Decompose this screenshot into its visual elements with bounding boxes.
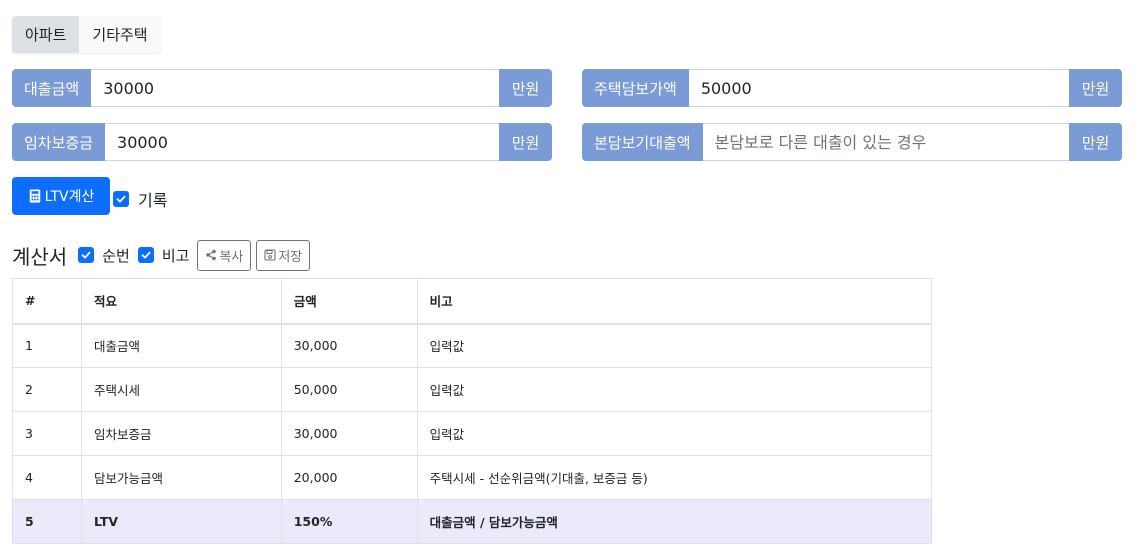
copy-label: 복사 <box>219 249 244 265</box>
cell-num: 1 <box>12 323 82 368</box>
cell-note: 대출금액 / 담보가능금액 <box>416 499 933 544</box>
cell-amount: 150% <box>280 499 418 544</box>
deposit-input[interactable] <box>105 123 499 161</box>
note-checkbox[interactable] <box>137 247 154 263</box>
floppy-icon <box>264 249 276 261</box>
table-row: 2 주택시세 50,000 입력값 <box>12 367 933 412</box>
cell-amount: 50,000 <box>280 367 418 412</box>
check-icon <box>116 195 126 203</box>
table-row: 1 대출금액 30,000 입력값 <box>12 323 933 368</box>
col-header-amount: 금액 <box>280 278 418 325</box>
seq-checkbox[interactable] <box>78 247 95 263</box>
record-label: 기록 <box>138 191 168 210</box>
prior-loan-input[interactable] <box>702 123 1069 161</box>
loan-amount-group: 대출금액 만원 <box>12 69 552 107</box>
calculator-icon <box>29 189 40 203</box>
house-value-label: 주택담보가액 <box>582 69 689 107</box>
note-label: 비고 <box>161 246 190 265</box>
ltv-calc-label: LTV계산 <box>44 189 95 205</box>
share-icon <box>206 249 217 261</box>
copy-button[interactable]: 복사 <box>197 239 252 271</box>
save-label: 저장 <box>278 249 303 265</box>
house-value-unit: 만원 <box>1069 69 1122 107</box>
seq-label: 순번 <box>102 246 130 265</box>
cell-amount: 30,000 <box>280 411 418 456</box>
cell-item: 임차보증금 <box>80 411 282 456</box>
prior-loan-group: 본담보기대출액 만원 <box>582 123 1122 161</box>
cell-item: LTV <box>80 499 282 544</box>
tab-other-housing[interactable]: 기타주택 <box>79 16 161 53</box>
cell-num: 3 <box>12 411 82 456</box>
note-option: 비고 <box>137 245 190 266</box>
table-row: 3 임차보증금 30,000 입력값 <box>12 411 933 456</box>
table-row: 4 담보가능금액 20,000 주택시세 - 선순위금액(기대출, 보증금 등) <box>12 455 933 500</box>
prior-loan-label: 본담보기대출액 <box>582 123 703 161</box>
table-row-ltv: 5 LTV 150% 대출금액 / 담보가능금액 <box>12 499 933 544</box>
cell-note: 입력값 <box>416 411 933 456</box>
house-value-input[interactable] <box>688 69 1069 107</box>
prior-loan-unit: 만원 <box>1069 123 1122 161</box>
record-checkbox[interactable] <box>113 191 129 207</box>
cell-item: 담보가능금액 <box>80 455 282 500</box>
cell-amount: 30,000 <box>280 323 418 368</box>
cell-amount: 20,000 <box>280 455 418 500</box>
cell-note: 입력값 <box>416 367 933 412</box>
deposit-label: 임차보증금 <box>12 123 106 161</box>
loan-amount-label: 대출금액 <box>12 69 92 107</box>
save-button[interactable]: 저장 <box>256 239 311 271</box>
deposit-unit: 만원 <box>499 123 552 161</box>
sheet-title: 계산서 <box>12 244 68 269</box>
cell-num: 2 <box>12 367 82 412</box>
housing-type-tabs: 아파트 기타주택 <box>12 16 161 53</box>
cell-num: 4 <box>12 455 82 500</box>
tab-apartment[interactable]: 아파트 <box>12 16 80 53</box>
sheet-toolbar: 계산서 순번 비고 복사 저장 <box>12 239 315 271</box>
cell-num: 5 <box>12 499 82 544</box>
seq-option: 순번 <box>78 245 130 266</box>
cell-note: 주택시세 - 선순위금액(기대출, 보증금 등) <box>416 455 933 500</box>
loan-amount-unit: 만원 <box>499 69 552 107</box>
record-option: 기록 <box>113 187 167 211</box>
cell-item: 주택시세 <box>80 367 282 412</box>
house-value-group: 주택담보가액 만원 <box>582 69 1122 107</box>
col-header-num: # <box>12 278 82 325</box>
col-header-item: 적요 <box>80 278 282 325</box>
ltv-calc-button[interactable]: LTV계산 <box>12 177 110 215</box>
check-icon <box>81 251 91 259</box>
table-header-row: # 적요 금액 비고 <box>12 278 933 325</box>
calc-table: # 적요 금액 비고 1 대출금액 30,000 입력값 2 주택시세 50,0… <box>12 278 933 544</box>
cell-item: 대출금액 <box>80 323 282 368</box>
cell-note: 입력값 <box>416 323 933 368</box>
check-icon <box>141 251 151 259</box>
deposit-group: 임차보증금 만원 <box>12 123 552 161</box>
col-header-note: 비고 <box>416 278 933 325</box>
loan-amount-input[interactable] <box>91 69 499 107</box>
